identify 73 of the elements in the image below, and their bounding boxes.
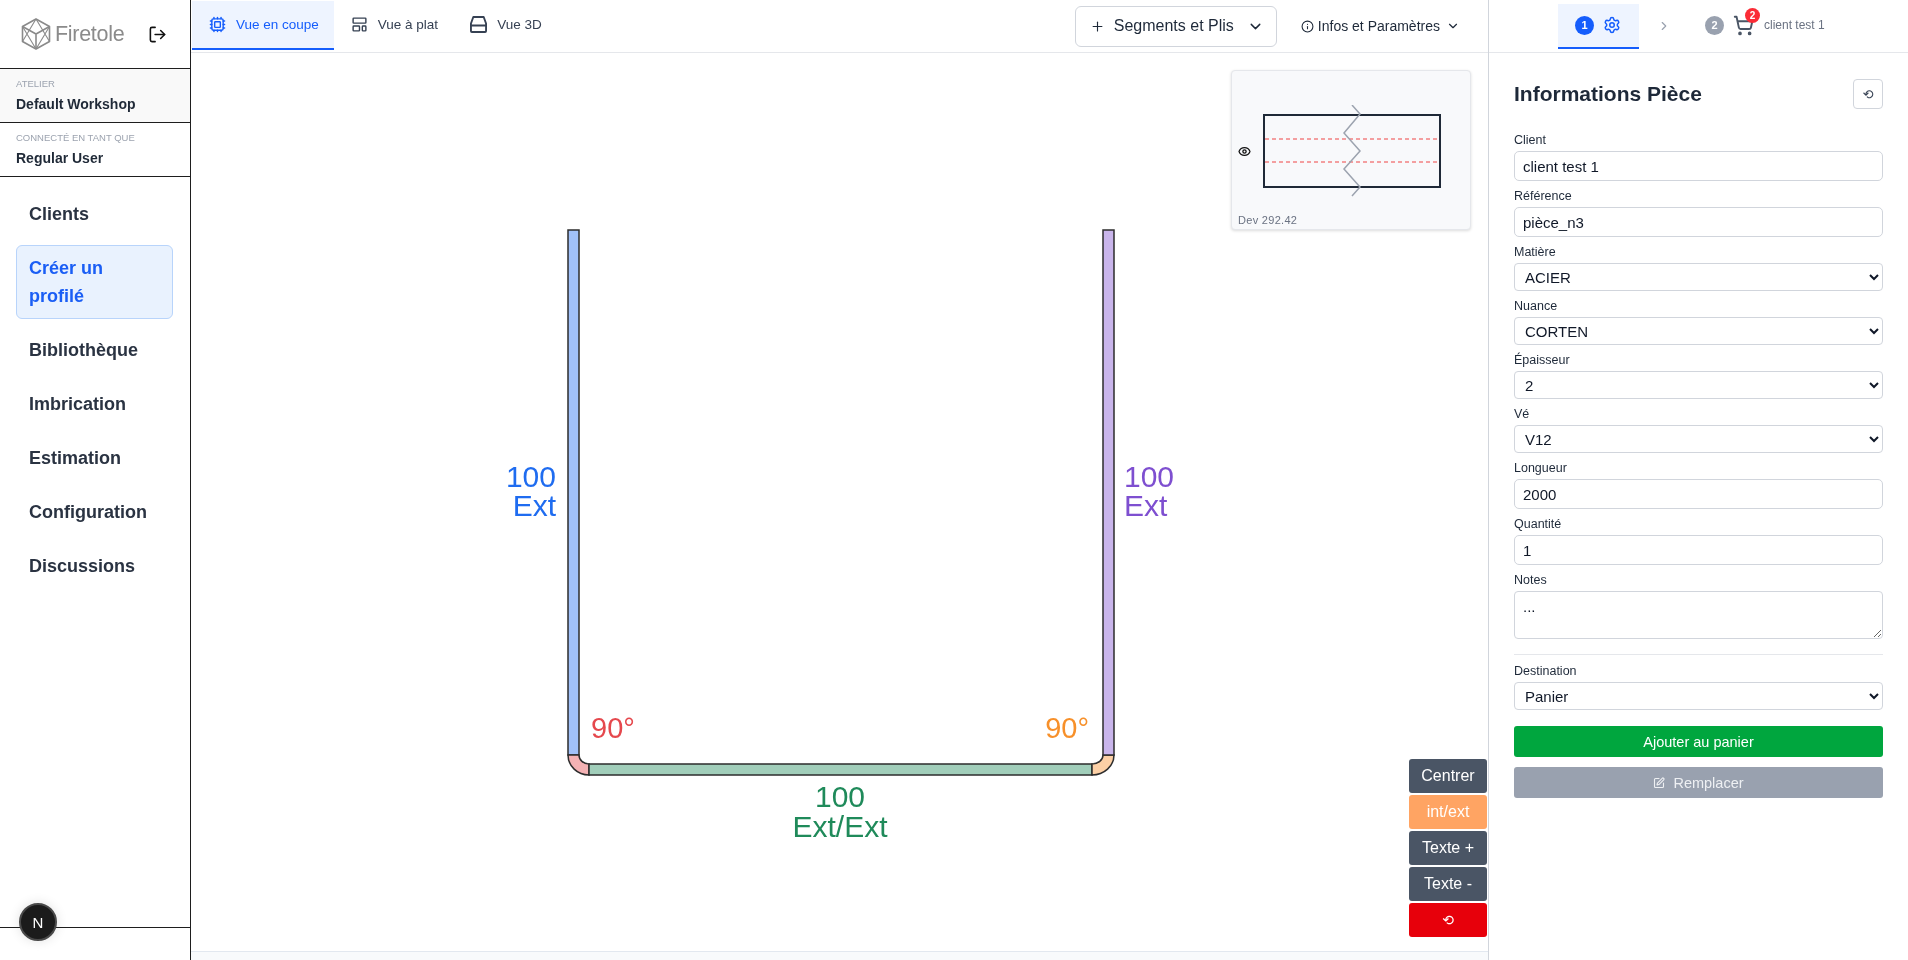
user-label: CONNECTÉ EN TANT QUE (16, 132, 135, 144)
box-icon (470, 16, 488, 33)
user-name: Regular User (16, 149, 104, 167)
field-label: Matière (1514, 244, 1556, 260)
field-label: Notes (1514, 572, 1547, 588)
reset-button[interactable]: ⟲ (1853, 79, 1883, 109)
nav-item[interactable]: Créer un profilé (16, 245, 173, 319)
field-label: Épaisseur (1514, 352, 1570, 368)
view-tab[interactable]: Vue 3D (453, 1, 557, 50)
canvas-tool-button[interactable]: Texte + (1409, 831, 1487, 865)
step-number: 1 (1575, 15, 1594, 35)
nav-item[interactable]: Discussions (16, 543, 173, 589)
canvas-tool-button[interactable]: Centrer (1409, 759, 1487, 793)
preview-card[interactable]: Dev 292.42 (1231, 70, 1471, 230)
view-tab[interactable]: Vue en coupe (192, 1, 334, 50)
field-label: Nuance (1514, 298, 1558, 314)
settings-icon (1603, 16, 1621, 34)
nav-item[interactable]: Bibliothèque (16, 327, 173, 373)
flange-bar[interactable] (567, 229, 580, 756)
preview-caption: Dev 292.42 (1238, 214, 1298, 227)
field-label: Destination (1514, 663, 1577, 679)
segments-button[interactable]: Segments et Plis (1074, 5, 1277, 47)
logout-button[interactable] (148, 24, 167, 44)
edit-icon (1653, 776, 1666, 789)
text-field[interactable]: pièce_n3 (1514, 207, 1883, 237)
logout-icon (148, 24, 167, 44)
text-field[interactable]: client test 1 (1514, 151, 1883, 181)
cart-count-badge: 2 (1745, 7, 1760, 23)
settings-menu-button[interactable]: Infos et Paramètres (1300, 18, 1460, 34)
view-tab[interactable]: Vue à plat (333, 1, 454, 50)
step-tab[interactable]: 1 (1558, 3, 1639, 49)
nav-item[interactable]: Configuration (16, 489, 173, 535)
flange-bar[interactable] (1102, 229, 1115, 756)
workshop-label: ATELIER (16, 78, 55, 90)
step-caption: client test 1 (1764, 18, 1825, 32)
dropdown[interactable]: 2 (1514, 371, 1883, 399)
field-label: Client (1514, 132, 1546, 148)
canvas-tool-button[interactable]: ⟲ (1409, 903, 1487, 937)
plus-icon (1089, 18, 1105, 34)
text-field[interactable]: 2000 (1514, 479, 1883, 509)
chip-icon (209, 16, 226, 33)
brand-name: Firetole (55, 21, 125, 47)
bend-corner[interactable] (1091, 754, 1115, 776)
field-label: Longueur (1514, 460, 1567, 476)
notes-field[interactable]: ... (1514, 591, 1883, 639)
text-field[interactable]: 1 (1514, 535, 1883, 565)
dropdown[interactable]: V12 (1514, 425, 1883, 453)
angle-label: 90° (591, 712, 635, 744)
angle-label: 90° (1045, 712, 1089, 744)
field-label: Référence (1514, 188, 1572, 204)
bend-corner[interactable] (567, 754, 590, 776)
nav-item[interactable]: Imbrication (16, 381, 173, 427)
panel-title: Informations Pièce (1514, 82, 1702, 106)
dropdown[interactable]: ACIER (1514, 263, 1883, 291)
cube-logo-icon (21, 18, 51, 50)
workshop-name: Default Workshop (16, 95, 136, 113)
nav-item[interactable]: Estimation (16, 435, 173, 481)
nav-item[interactable]: Clients (16, 191, 173, 237)
dropdown[interactable]: CORTEN (1514, 317, 1883, 345)
scrollbar-track[interactable] (191, 951, 1488, 960)
step-number: 2 (1705, 15, 1724, 35)
info-icon (1300, 19, 1314, 33)
side-label: Ext/Ext (792, 810, 888, 843)
dev-tools-button[interactable]: N (19, 903, 57, 941)
step-tab[interactable]: 2 2 client test 1 (1688, 3, 1843, 49)
length-label: 100 (814, 780, 866, 813)
field-label: Vé (1514, 406, 1530, 422)
layout-icon (350, 16, 368, 33)
dropdown[interactable]: Panier (1514, 682, 1883, 710)
eye-icon[interactable] (1238, 144, 1251, 158)
base-bar[interactable] (588, 763, 1093, 776)
field-label: Quantité (1514, 516, 1562, 532)
canvas-tool-button[interactable]: Texte - (1409, 867, 1487, 901)
